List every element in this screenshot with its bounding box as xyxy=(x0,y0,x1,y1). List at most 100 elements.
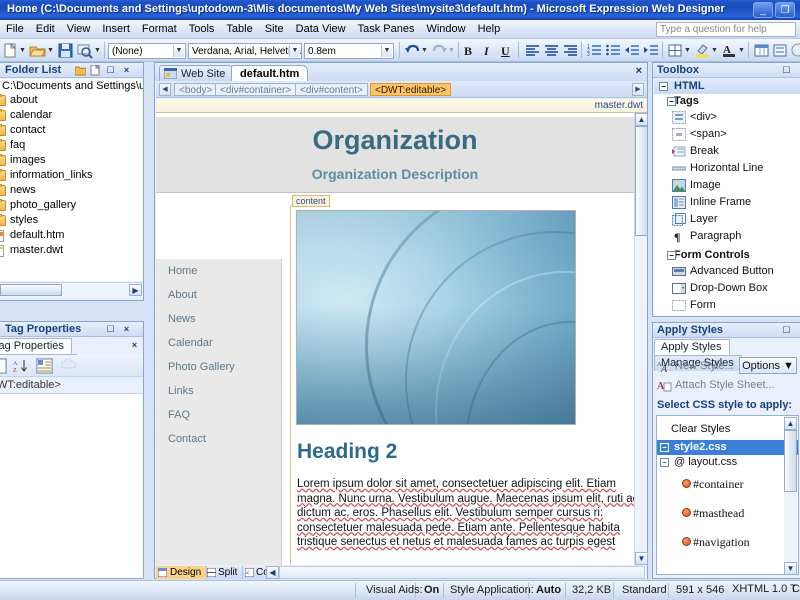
restore-button[interactable]: ❐ xyxy=(775,2,795,18)
toolbox-item-paragraph[interactable]: ¶ Paragraph xyxy=(654,228,800,245)
quick-tag-prev-arrow[interactable]: ◀ xyxy=(159,83,171,96)
undo-dropdown-arrow[interactable]: ▼ xyxy=(421,47,428,54)
style-combo[interactable]: (None) ▼ xyxy=(108,43,186,59)
open-dropdown-arrow[interactable]: ▼ xyxy=(47,47,54,54)
render-mode[interactable]: Standard xyxy=(622,584,667,596)
help-circle-icon[interactable] xyxy=(790,42,800,59)
font-size-combo[interactable]: 0.8em ▼ xyxy=(304,43,394,59)
tab-web-site[interactable]: Web Site xyxy=(159,65,235,81)
list-item-masthead[interactable]: #masthead xyxy=(657,499,798,528)
list-item[interactable]: news xyxy=(0,183,143,198)
underline-button[interactable]: U xyxy=(501,44,510,59)
numbered-list-icon[interactable]: 123 xyxy=(586,42,603,59)
minimize-button[interactable]: _ xyxy=(753,2,773,18)
help-search-input[interactable]: Type a question for help xyxy=(656,22,796,37)
css-list-vertical-scrollbar[interactable]: ▲ ▼ xyxy=(784,417,797,574)
menu-item-view[interactable]: View xyxy=(61,20,97,39)
page-dimensions[interactable]: 591 x 546 xyxy=(676,584,724,596)
list-item[interactable]: faq xyxy=(0,138,143,153)
toolbox-item-layer[interactable]: Layer xyxy=(654,211,800,228)
align-right-icon[interactable] xyxy=(562,42,579,59)
nav-link-faq[interactable]: FAQ xyxy=(156,403,281,427)
collapse-icon[interactable]: − xyxy=(667,251,676,260)
toolbox-item-div[interactable]: <div> xyxy=(654,109,800,126)
scroll-down-arrow[interactable]: ▼ xyxy=(635,552,648,565)
tag-properties-grid[interactable] xyxy=(0,393,143,578)
list-item[interactable]: contact xyxy=(0,123,143,138)
list-item-container[interactable]: #container xyxy=(657,470,798,499)
collapse-icon[interactable]: − xyxy=(660,443,669,452)
align-left-icon[interactable] xyxy=(524,42,541,59)
toolbox-item-form[interactable]: Form xyxy=(654,297,800,314)
hero-image[interactable] xyxy=(296,210,576,425)
list-item-clear-styles[interactable]: Clear Styles xyxy=(657,416,798,440)
property-pages-icon[interactable] xyxy=(36,358,53,374)
toolbox-item-horizontal-line[interactable]: Horizontal Line xyxy=(654,160,800,177)
nav-link-home[interactable]: Home xyxy=(156,259,281,283)
css-style-list[interactable]: Clear Styles − style2.css − @ layout.css… xyxy=(656,415,799,575)
new-dropdown-arrow[interactable]: ▼ xyxy=(19,47,26,54)
list-item[interactable]: photo_gallery xyxy=(0,198,143,213)
quick-tag-div-content[interactable]: <div#content> xyxy=(295,83,368,96)
insert-layer-icon[interactable] xyxy=(772,42,789,59)
folder-list-tree[interactable]: about calendar contact faq images inform… xyxy=(0,93,143,281)
new-folder-icon[interactable] xyxy=(74,65,87,76)
align-center-icon[interactable] xyxy=(543,42,560,59)
panel-maximize-icon[interactable]: ☐ xyxy=(105,65,116,76)
panel-close-icon[interactable]: × xyxy=(121,65,132,76)
canvas-vertical-scrollbar[interactable]: ▲ ▼ xyxy=(634,113,648,565)
collapse-icon[interactable]: − xyxy=(659,82,668,91)
tab-design[interactable]: Design xyxy=(156,566,208,579)
nav-link-about[interactable]: About xyxy=(156,283,281,307)
highlight-color-icon[interactable] xyxy=(694,42,711,59)
toolbox-item-span[interactable]: <span> xyxy=(654,126,800,143)
undo-icon[interactable] xyxy=(404,42,421,59)
folder-list-horizontal-scrollbar[interactable]: ▶ xyxy=(0,282,143,297)
scrollbar-thumb[interactable] xyxy=(279,566,645,579)
menu-item-format[interactable]: Format xyxy=(136,20,183,39)
collapse-icon[interactable]: − xyxy=(660,458,669,467)
categorized-view-icon[interactable] xyxy=(0,358,7,374)
list-item[interactable]: information_links xyxy=(0,168,143,183)
tab-apply-styles[interactable]: Apply Styles xyxy=(654,339,730,355)
menu-item-window[interactable]: Window xyxy=(420,20,471,39)
quick-tag-dwt-editable[interactable]: <DWT:editable> xyxy=(370,83,452,96)
new-page-icon-panel[interactable] xyxy=(90,63,101,76)
menu-item-file[interactable]: File xyxy=(0,20,30,39)
tab-default-htm[interactable]: default.htm xyxy=(231,65,309,82)
panel-maximize-icon[interactable]: ☐ xyxy=(781,325,792,336)
font-color-dropdown-arrow[interactable]: ▼ xyxy=(738,47,745,54)
list-item[interactable]: about xyxy=(0,93,143,108)
toolbox-item-image[interactable]: Image xyxy=(654,177,800,194)
font-color-icon[interactable]: A xyxy=(721,42,738,59)
list-item[interactable]: images xyxy=(0,153,143,168)
menu-item-data-view[interactable]: Data View xyxy=(290,20,352,39)
scrollbar-thumb[interactable] xyxy=(635,126,648,236)
nav-link-links[interactable]: Links xyxy=(156,379,281,403)
list-item-style2-css[interactable]: − style2.css xyxy=(657,440,798,455)
nav-link-photo-gallery[interactable]: Photo Gallery xyxy=(156,355,281,379)
scrollbar-thumb[interactable] xyxy=(0,284,62,296)
folder-list-root-path[interactable]: C:\Documents and Settings\uptodow xyxy=(0,79,143,93)
nav-link-calendar[interactable]: Calendar xyxy=(156,331,281,355)
toolbox-item-break[interactable]: Break xyxy=(654,143,800,160)
page-content-region[interactable]: Heading 2 Lorem ipsum dolor sit amet, co… xyxy=(290,205,634,565)
visual-aids-value[interactable]: On xyxy=(424,584,439,596)
close-document-icon[interactable]: × xyxy=(636,65,642,77)
italic-button[interactable]: I xyxy=(484,44,489,59)
tabstrip-close-icon[interactable]: × xyxy=(129,340,140,351)
toolbox-item-dropdown-box[interactable]: Drop-Down Box xyxy=(654,280,800,297)
open-folder-icon[interactable] xyxy=(29,42,46,59)
alphabetical-sort-icon[interactable]: AZ xyxy=(12,358,29,374)
new-page-icon[interactable] xyxy=(2,42,19,59)
toolbox-item-advanced-button[interactable]: Advanced Button xyxy=(654,263,800,280)
toolbox-section-html[interactable]: − HTML xyxy=(654,79,800,94)
bulleted-list-icon[interactable] xyxy=(605,42,622,59)
menu-item-task-panes[interactable]: Task Panes xyxy=(352,20,421,39)
menu-item-table[interactable]: Table xyxy=(220,20,258,39)
list-item[interactable]: master.dwt xyxy=(0,243,143,258)
tab-split[interactable]: Split xyxy=(205,566,244,579)
list-item-navigation[interactable]: #navigation xyxy=(657,528,798,557)
scroll-left-arrow[interactable]: ◀ xyxy=(266,566,279,579)
scroll-up-arrow[interactable]: ▲ xyxy=(784,417,797,430)
